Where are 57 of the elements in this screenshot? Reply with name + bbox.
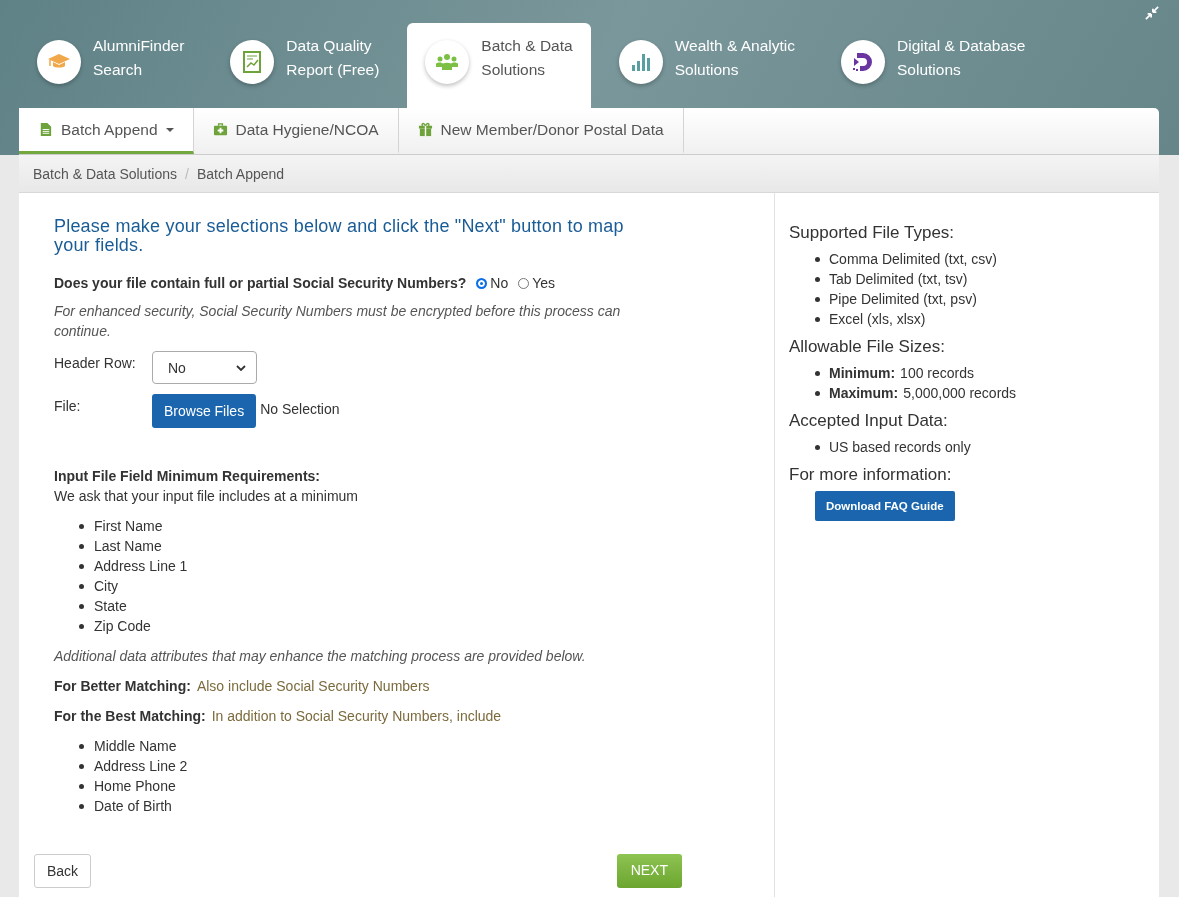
list-item: First Name: [79, 516, 163, 536]
list-item: Tab Delimited (txt, tsv): [815, 269, 968, 289]
download-faq-button[interactable]: Download FAQ Guide: [815, 491, 955, 521]
document-icon: [38, 122, 53, 137]
chevron-down-icon: [236, 364, 246, 371]
radio-option[interactable]: Yes: [518, 273, 556, 293]
list-item: Home Phone: [79, 776, 176, 796]
collapse-icon[interactable]: [1145, 6, 1159, 20]
requirements-heading: Input File Field Minimum Requirements:: [54, 467, 321, 486]
matching-text: In addition to Social Security Numbers, include: [211, 707, 502, 726]
sub-tab[interactable]: Data Hygiene/NCOA: [193, 108, 399, 154]
section-heading: Supported File Types:: [789, 223, 956, 243]
list-item: Pipe Delimited (txt, psv): [815, 289, 977, 309]
list-item: Date of Birth: [79, 796, 172, 816]
section-heading: For more information:: [789, 465, 953, 485]
list-item: Zip Code: [79, 616, 151, 636]
list-item: Minimum: 100 records: [815, 363, 975, 383]
additional-note: Additional data attributes that may enhance the matching process are provided below.: [54, 647, 587, 666]
matching-text: Also include Social Security Numbers: [196, 677, 430, 696]
nav-tab[interactable]: Data Quality Report (Free): [212, 23, 398, 108]
field-label: Header Row:: [54, 354, 137, 373]
list-item: Maximum: 5,000,000 records: [815, 383, 1017, 403]
letter-d-logo-icon: [851, 50, 875, 74]
breadcrumb-current: Batch Append: [196, 165, 285, 182]
nav-tab[interactable]: Digital & Database Solutions: [823, 23, 1044, 108]
list-item: State: [79, 596, 127, 616]
gift-icon: [417, 122, 433, 137]
list-item: US based records only: [815, 437, 971, 457]
security-note: For enhanced security, Social Security Numbers must be encrypted before this process can continue.: [54, 302, 622, 341]
breadcrumb-link[interactable]: Batch & Data Solutions: [33, 165, 177, 182]
back-button[interactable]: Back: [34, 854, 92, 888]
list-item: City: [79, 576, 119, 596]
file-status: No Selection: [260, 400, 340, 419]
requirements-intro: We ask that your input file includes at a minimum: [54, 487, 359, 506]
matching-label: For the Best Matching:: [54, 707, 206, 726]
breadcrumb-separator: /: [185, 165, 189, 182]
section-heading: Allowable File Sizes:: [789, 337, 946, 357]
list-item: Excel (xls, xlsx): [815, 309, 926, 329]
medical-kit-icon: [212, 122, 228, 137]
ssn-question: Does your file contain full or partial Social Security Numbers?: [54, 274, 467, 293]
nav-tab[interactable]: Batch & Data Solutions: [407, 23, 591, 108]
list-item: Middle Name: [79, 736, 177, 756]
radio-option[interactable]: No: [476, 273, 509, 293]
form-heading: Please make your selections below and click the "Next" button to map your fields.: [54, 217, 625, 255]
list-item: Address Line 1: [79, 556, 188, 576]
sub-tab[interactable]: Batch Append: [19, 108, 194, 154]
nav-tab[interactable]: AlumniFinder Search: [19, 23, 203, 108]
browse-files-button[interactable]: Browse Files: [152, 394, 257, 428]
list-item: Last Name: [79, 536, 162, 556]
header-row-select[interactable]: No: [152, 351, 257, 384]
radio-button[interactable]: [476, 277, 488, 289]
list-item: Comma Delimited (txt, csv): [815, 249, 998, 269]
matching-label: For Better Matching:: [54, 677, 191, 696]
field-label: File:: [54, 397, 82, 416]
sub-tab[interactable]: New Member/Donor Postal Data: [398, 108, 684, 154]
list-item: Address Line 2: [79, 756, 188, 776]
section-heading: Accepted Input Data:: [789, 411, 949, 431]
